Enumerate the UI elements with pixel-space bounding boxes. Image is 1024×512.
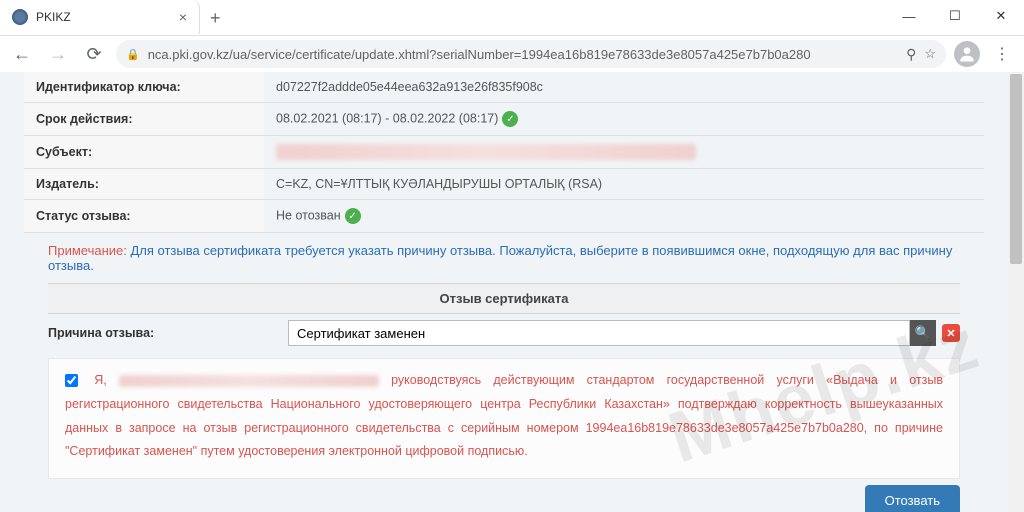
- reason-label: Причина отзыва:: [48, 326, 276, 340]
- redacted-text: [119, 375, 379, 387]
- star-icon[interactable]: ☆: [924, 46, 936, 62]
- row-value: Не отозван✓: [264, 200, 984, 233]
- table-row: Статус отзыва: Не отозван✓: [24, 200, 984, 233]
- browser-tab[interactable]: PKIKZ ×: [0, 0, 200, 34]
- row-label: Статус отзыва:: [24, 200, 264, 233]
- minimize-button[interactable]: —: [886, 0, 932, 32]
- profile-avatar[interactable]: [954, 41, 980, 67]
- favicon-icon: [12, 9, 28, 25]
- row-value: 08.02.2021 (08:17) - 08.02.2022 (08:17)✓: [264, 103, 984, 136]
- consent-block: Я, руководствуясь действующим стандартом…: [48, 358, 960, 479]
- back-button[interactable]: ←: [8, 40, 36, 68]
- check-icon: ✓: [345, 208, 361, 224]
- certificate-info-table: Идентификатор ключа: d07227f2addde05e44e…: [24, 72, 984, 233]
- close-tab-icon[interactable]: ×: [179, 9, 187, 25]
- search-reason-button[interactable]: 🔍: [910, 320, 936, 346]
- close-window-button[interactable]: ✕: [978, 0, 1024, 32]
- note-label: Примечание:: [48, 243, 127, 258]
- reason-input[interactable]: Сертификат заменен: [288, 320, 910, 346]
- row-value: [264, 136, 984, 169]
- scrollbar[interactable]: [1008, 72, 1024, 512]
- section-title: Отзыв сертификата: [48, 283, 960, 314]
- note-text: Примечание: Для отзыва сертификата требу…: [24, 233, 984, 283]
- consent-checkbox[interactable]: [65, 374, 78, 387]
- row-value: C=KZ, CN=ҰЛТТЫҚ КУӘЛАНДЫРУШЫ ОРТАЛЫҚ (RS…: [264, 169, 984, 200]
- row-value: d07227f2addde05e44eea632a913e26f835f908c: [264, 72, 984, 103]
- row-label: Издатель:: [24, 169, 264, 200]
- new-tab-button[interactable]: +: [200, 0, 231, 37]
- consent-prefix: Я,: [94, 373, 107, 387]
- address-bar[interactable]: 🔒 nca.pki.gov.kz/ua/service/certificate/…: [116, 40, 946, 68]
- maximize-button[interactable]: ☐: [932, 0, 978, 32]
- lock-icon: 🔒: [126, 48, 140, 61]
- forward-button[interactable]: →: [44, 40, 72, 68]
- menu-icon[interactable]: ⋮: [988, 40, 1016, 68]
- table-row: Идентификатор ключа: d07227f2addde05e44e…: [24, 72, 984, 103]
- table-row: Издатель: C=KZ, CN=ҰЛТТЫҚ КУӘЛАНДЫРУШЫ О…: [24, 169, 984, 200]
- reload-button[interactable]: ⟳: [80, 40, 108, 68]
- row-label: Срок действия:: [24, 103, 264, 136]
- table-row: Субъект:: [24, 136, 984, 169]
- row-label: Субъект:: [24, 136, 264, 169]
- search-in-page-icon[interactable]: ⚲: [906, 46, 916, 63]
- row-label: Идентификатор ключа:: [24, 72, 264, 103]
- clear-reason-button[interactable]: ✕: [942, 324, 960, 342]
- revoke-button[interactable]: Отозвать: [865, 485, 960, 512]
- check-icon: ✓: [502, 111, 518, 127]
- table-row: Срок действия: 08.02.2021 (08:17) - 08.0…: [24, 103, 984, 136]
- redacted-text: [276, 144, 696, 160]
- scrollbar-thumb[interactable]: [1010, 74, 1022, 264]
- tab-title: PKIKZ: [36, 10, 71, 24]
- url-text: nca.pki.gov.kz/ua/service/certificate/up…: [148, 47, 898, 62]
